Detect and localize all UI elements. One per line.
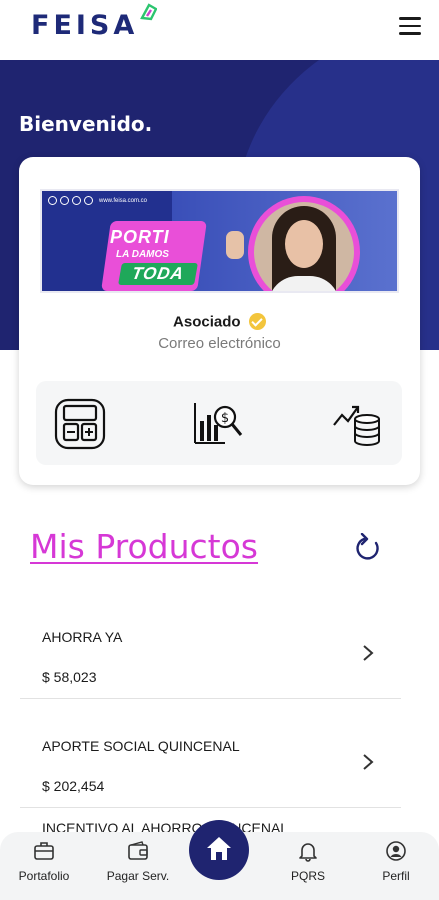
nav-pagar-servicios[interactable]: Pagar Serv. bbox=[94, 832, 182, 900]
savings-growth-icon[interactable] bbox=[331, 397, 385, 451]
svg-text:$: $ bbox=[221, 411, 229, 426]
nav-pqrs[interactable]: PQRS bbox=[264, 832, 352, 900]
hamburger-menu-icon[interactable] bbox=[399, 17, 421, 35]
bell-icon bbox=[299, 843, 317, 862]
product-balance: $ 202,454 bbox=[42, 778, 105, 794]
wallet-icon bbox=[128, 841, 148, 860]
logo-mark-icon bbox=[140, 3, 157, 21]
products-title[interactable]: Mis Productos bbox=[30, 527, 258, 566]
banner-toda-text: TODA bbox=[118, 263, 198, 285]
calculator-icon[interactable] bbox=[53, 397, 107, 451]
banner-person-image bbox=[254, 202, 354, 291]
profile-card: www.feisa.com.co PORTI LA DAMOS TODA Aso… bbox=[19, 157, 420, 485]
product-balance: $ 58,023 bbox=[42, 669, 97, 685]
nav-perfil[interactable]: Perfil bbox=[352, 832, 439, 900]
nav-home-button[interactable] bbox=[189, 820, 249, 880]
product-name: AHORRA YA bbox=[42, 629, 123, 645]
banner-porti-text: PORTI bbox=[110, 227, 170, 247]
briefcase-icon bbox=[34, 842, 54, 860]
thumbs-up-icon bbox=[226, 231, 244, 259]
refresh-icon[interactable] bbox=[354, 533, 382, 563]
top-bar: FEISA bbox=[0, 0, 439, 60]
banner-la-damos-text: LA DAMOS bbox=[116, 249, 169, 260]
nav-label: PQRS bbox=[290, 869, 325, 883]
user-circle-icon bbox=[386, 841, 406, 861]
financial-analysis-icon[interactable]: $ bbox=[191, 397, 245, 451]
member-role-row: Asociado bbox=[19, 313, 420, 331]
nav-label: Pagar Serv. bbox=[106, 869, 170, 883]
email-label: Correo electrónico bbox=[158, 335, 281, 352]
chevron-right-icon bbox=[363, 645, 374, 661]
social-icons: www.feisa.com.co bbox=[48, 196, 147, 205]
member-role-label: Asociado bbox=[173, 313, 241, 331]
chevron-right-icon bbox=[363, 754, 374, 770]
home-icon bbox=[207, 837, 231, 860]
nav-label: Portafolio bbox=[18, 869, 70, 883]
product-name: APORTE SOCIAL QUINCENAL bbox=[42, 738, 240, 754]
promo-banner[interactable]: www.feisa.com.co PORTI LA DAMOS TODA bbox=[40, 189, 399, 293]
feisa-logo[interactable]: FEISA bbox=[31, 10, 138, 41]
verified-check-icon bbox=[248, 313, 266, 331]
welcome-heading: Bienvenido. bbox=[19, 112, 153, 136]
quick-actions-bar: $ bbox=[36, 381, 402, 465]
product-item-ahorra-ya[interactable]: AHORRA YA $ 58,023 bbox=[20, 601, 401, 699]
nav-label: Perfil bbox=[382, 869, 410, 883]
product-item-aporte-social[interactable]: APORTE SOCIAL QUINCENAL $ 202,454 bbox=[20, 710, 401, 808]
nav-portafolio[interactable]: Portafolio bbox=[0, 832, 88, 900]
